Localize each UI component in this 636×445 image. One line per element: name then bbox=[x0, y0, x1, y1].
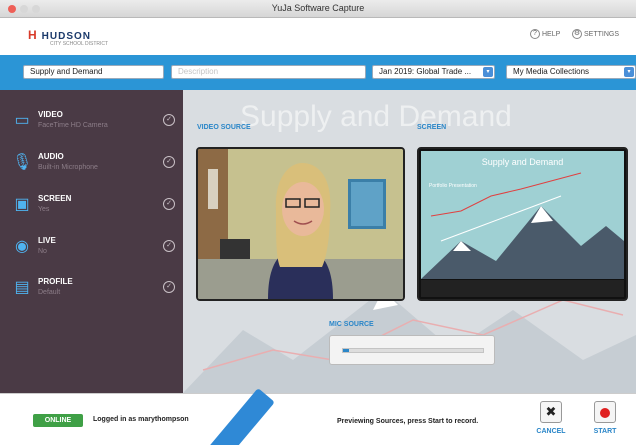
sidebar-item-label: SCREEN bbox=[38, 194, 72, 203]
sidebar-item-label: LIVE bbox=[38, 236, 56, 245]
video-preview bbox=[196, 147, 405, 301]
mic-source-label: MIC SOURCE bbox=[329, 321, 374, 328]
title-input[interactable]: Supply and Demand bbox=[23, 65, 164, 79]
course-select[interactable]: Jan 2019: Global Trade ... ▾ bbox=[372, 65, 495, 79]
video-source-label: VIDEO SOURCE bbox=[197, 124, 251, 131]
sidebar-item-live[interactable]: ◉ LIVE No ✓ bbox=[0, 234, 183, 274]
sidebar-item-sub: No bbox=[38, 248, 47, 255]
settings-link[interactable]: ⚙ SETTINGS bbox=[572, 29, 619, 39]
cancel-label: CANCEL bbox=[536, 428, 566, 435]
preview-status-text: Previewing Sources, press Start to recor… bbox=[337, 418, 479, 425]
mic-level-panel bbox=[329, 335, 495, 365]
sidebar-item-sub: FaceTime HD Camera bbox=[38, 122, 108, 129]
brand-logo: H HUDSON CITY SCHOOL DISTRICT bbox=[28, 28, 108, 47]
webcam-feed-image bbox=[198, 149, 403, 299]
sidebar-item-screen[interactable]: ▣ SCREEN Yes ✓ bbox=[0, 192, 183, 232]
checkmark-icon[interactable]: ✓ bbox=[163, 281, 175, 293]
sources-sidebar: ▭ VIDEO FaceTime HD Camera ✓ 🎙 AUDIO Bui… bbox=[0, 90, 183, 393]
slide-title: Supply and Demand bbox=[481, 157, 564, 167]
start-label: START bbox=[593, 428, 617, 435]
live-broadcast-icon: ◉ bbox=[15, 238, 29, 255]
checkmark-icon[interactable]: ✓ bbox=[163, 114, 175, 126]
slide-graphic bbox=[421, 172, 624, 279]
metadata-bar: Supply and Demand Description Jan 2019: … bbox=[0, 55, 636, 90]
sidebar-item-label: VIDEO bbox=[38, 110, 63, 119]
logged-in-text: Logged in as marythompson bbox=[93, 416, 189, 423]
help-label: HELP bbox=[542, 30, 561, 38]
gear-icon: ⚙ bbox=[572, 29, 582, 39]
preview-area: Supply and Demand VIDEO SOURCE SCREEN Su… bbox=[183, 90, 636, 393]
collection-select[interactable]: My Media Collections ▾ bbox=[506, 65, 636, 79]
screen-label: SCREEN bbox=[417, 124, 447, 131]
slide-text: Portfolio Presentation bbox=[429, 183, 477, 189]
help-link[interactable]: ? HELP bbox=[530, 29, 560, 39]
window-title: YuJa Software Capture bbox=[271, 3, 365, 13]
background-watermark-title: Supply and Demand bbox=[240, 100, 512, 133]
record-icon bbox=[594, 401, 616, 423]
title-input-value: Supply and Demand bbox=[30, 67, 103, 76]
description-input[interactable]: Description bbox=[171, 65, 366, 79]
close-icon: ✖ bbox=[540, 401, 562, 423]
brand-header: H HUDSON CITY SCHOOL DISTRICT ? HELP ⚙ SE… bbox=[0, 18, 636, 55]
checkmark-icon[interactable]: ✓ bbox=[163, 198, 175, 210]
window-titlebar: YuJa Software Capture bbox=[0, 0, 636, 18]
presentation-slide: Supply and Demand Portfolio Presentation bbox=[421, 151, 624, 279]
start-button[interactable]: START bbox=[587, 401, 623, 443]
checkmark-icon[interactable]: ✓ bbox=[163, 156, 175, 168]
sidebar-item-sub: Default bbox=[38, 289, 61, 296]
slide-controls[interactable] bbox=[421, 280, 624, 297]
checkmark-icon[interactable]: ✓ bbox=[163, 240, 175, 252]
status-footer: ONLINE Logged in as marythompson Preview… bbox=[0, 393, 636, 445]
screen-icon: ▣ bbox=[14, 196, 30, 213]
brand-tagline: CITY SCHOOL DISTRICT bbox=[50, 41, 109, 47]
mic-level-fill bbox=[343, 349, 349, 352]
logo-mark-icon: H bbox=[28, 28, 38, 42]
sidebar-item-sub: Yes bbox=[38, 206, 50, 213]
settings-label: SETTINGS bbox=[584, 30, 620, 38]
cancel-button[interactable]: ✖ CANCEL bbox=[533, 401, 569, 443]
profile-icon: ▤ bbox=[14, 279, 30, 296]
video-icon: ▭ bbox=[14, 112, 30, 129]
sidebar-item-video[interactable]: ▭ VIDEO FaceTime HD Camera ✓ bbox=[0, 108, 183, 148]
sidebar-item-audio[interactable]: 🎙 AUDIO Built-in Microphone ✓ bbox=[0, 150, 183, 190]
sidebar-item-label: AUDIO bbox=[38, 152, 64, 161]
microphone-icon: 🎙 bbox=[12, 154, 33, 171]
mic-level-meter bbox=[342, 348, 484, 353]
collection-select-value: My Media Collections bbox=[513, 67, 590, 76]
sidebar-item-label: PROFILE bbox=[38, 277, 73, 286]
description-placeholder: Description bbox=[178, 67, 219, 76]
chevron-down-icon: ▾ bbox=[483, 67, 493, 77]
chevron-down-icon: ▾ bbox=[624, 67, 634, 77]
course-select-value: Jan 2019: Global Trade ... bbox=[379, 67, 472, 76]
online-status-badge: ONLINE bbox=[33, 414, 83, 427]
sidebar-item-profile[interactable]: ▤ PROFILE Default ✓ bbox=[0, 275, 183, 315]
screen-preview: Supply and Demand Portfolio Presentation bbox=[417, 147, 628, 301]
help-icon: ? bbox=[530, 29, 540, 39]
sidebar-item-sub: Built-in Microphone bbox=[38, 164, 98, 171]
